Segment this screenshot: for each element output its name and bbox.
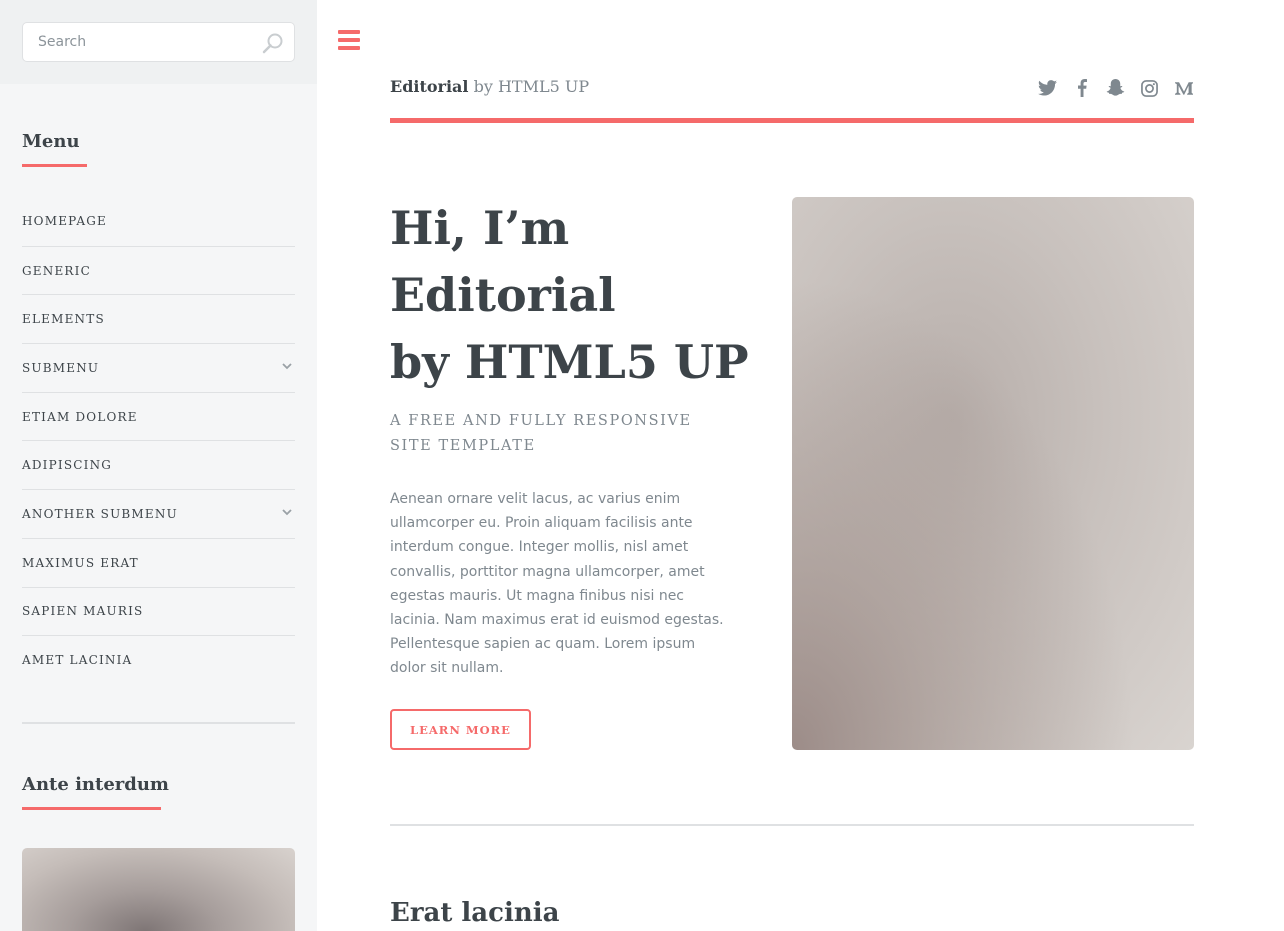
sidebar-item-label: Adipiscing	[22, 458, 113, 473]
sidebar-item-generic[interactable]: Generic	[22, 245, 295, 295]
menu-heading: Menu	[22, 131, 80, 152]
chevron-down-icon[interactable]	[281, 360, 293, 372]
brand-name: Editorial	[390, 77, 469, 96]
hero-title-line: Editorial	[390, 268, 616, 322]
sidebar: Menu Homepage Generic Elements Submenu E…	[0, 0, 317, 931]
hamburger-bar	[338, 30, 360, 34]
ante-interdum-underline	[22, 807, 161, 810]
hero-image[interactable]	[792, 197, 1194, 750]
sidebar-item-homepage[interactable]: Homepage	[22, 197, 295, 246]
sidebar-item-label: Elements	[22, 312, 105, 327]
sidebar-item-label: Maximus Erat	[22, 555, 139, 570]
instagram-icon[interactable]	[1139, 77, 1160, 99]
brand-suffix: by HTML5 UP	[468, 77, 590, 96]
search-input[interactable]	[23, 23, 243, 61]
sidebar-item-elements[interactable]: Elements	[22, 294, 295, 343]
social-links	[1037, 77, 1194, 99]
section-heading: Erat lacinia	[390, 898, 560, 928]
sidebar-item-label: Sapien Mauris	[22, 604, 144, 619]
search-section	[0, 0, 317, 84]
sidebar-item-another-submenu[interactable]: Another Submenu	[22, 489, 295, 538]
hero-description: Aenean ornare velit lacus, ac varius eni…	[390, 491, 724, 677]
medium-icon[interactable]	[1173, 77, 1194, 99]
header-divider	[390, 118, 1194, 123]
sidebar-feature-image[interactable]	[22, 848, 295, 931]
sidebar-item-sapien-mauris[interactable]: Sapien Mauris	[22, 586, 295, 636]
section-divider	[390, 824, 1194, 826]
sidebar-item-label: Amet Lacinia	[22, 653, 133, 668]
sidebar-item-submenu[interactable]: Submenu	[22, 343, 295, 392]
hamburger-bar	[338, 46, 360, 50]
search-box[interactable]	[22, 22, 295, 62]
facebook-icon[interactable]	[1071, 77, 1092, 99]
learn-more-button[interactable]: Learn More	[390, 709, 531, 750]
sidebar-item-label: Another Submenu	[22, 506, 178, 521]
sidebar-item-adipiscing[interactable]: Adipiscing	[22, 440, 295, 489]
sidebar-item-label: Submenu	[22, 360, 100, 375]
site-header: Editorial by HTML5 UP	[390, 75, 1194, 120]
sidebar-item-label: Homepage	[22, 214, 107, 229]
hamburger-bar	[338, 38, 360, 42]
site-logo-link[interactable]: Editorial by HTML5 UP	[390, 77, 589, 96]
sidebar-item-label: Etiam Dolore	[22, 409, 138, 424]
hero-title-line: by HTML5 UP	[390, 335, 749, 389]
menu-heading-underline	[22, 164, 87, 167]
twitter-icon[interactable]	[1037, 77, 1058, 99]
hero-title: Hi, I’m Editorial by HTML5 UP	[390, 195, 760, 396]
sidebar-item-label: Generic	[22, 263, 91, 278]
ante-interdum-heading: Ante interdum	[22, 774, 169, 795]
chevron-down-icon[interactable]	[281, 506, 293, 518]
sidebar-item-amet-lacinia[interactable]: Amet Lacinia	[22, 635, 295, 684]
menu-toggle-button[interactable]	[338, 30, 361, 52]
search-icon[interactable]	[262, 32, 284, 54]
snapchat-icon[interactable]	[1105, 77, 1126, 99]
sidebar-divider	[22, 722, 295, 724]
hero-subtitle: A free and fully responsive site templat…	[390, 413, 692, 454]
sidebar-item-maximus-erat[interactable]: Maximus Erat	[22, 537, 295, 587]
sidebar-menu: Homepage Generic Elements Submenu Etiam …	[22, 197, 295, 684]
hero-title-line: Hi, I’m	[390, 201, 570, 255]
sidebar-item-etiam-dolore[interactable]: Etiam Dolore	[22, 391, 295, 441]
